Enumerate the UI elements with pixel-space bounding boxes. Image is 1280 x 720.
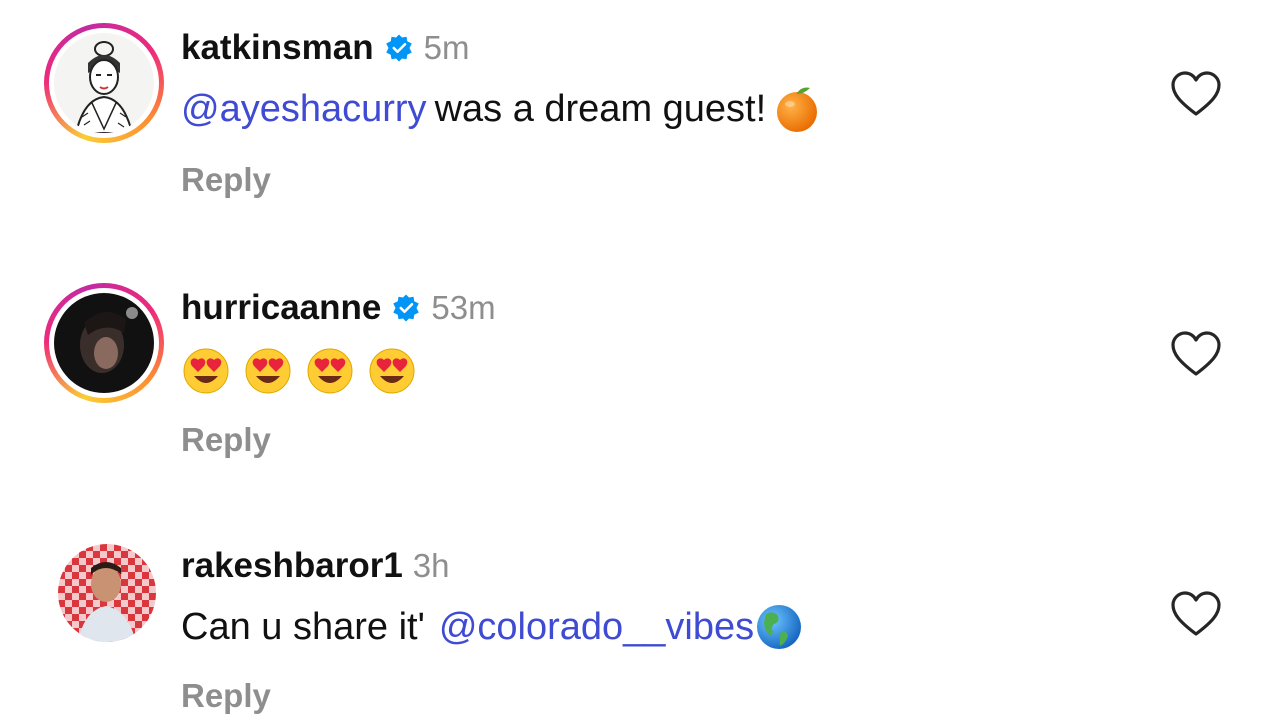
avatar-photo-icon (58, 544, 156, 642)
heart-eyes-emoji-icon (307, 348, 353, 394)
comment-text: was a dream guest! (434, 88, 767, 130)
comment-emoji-row (181, 346, 417, 396)
verified-badge-icon (393, 294, 420, 322)
orange-emoji-icon (777, 87, 818, 132)
avatar (54, 293, 154, 393)
heart-eyes-emoji-icon (369, 348, 415, 394)
comment-username[interactable]: hurricaanne (181, 288, 381, 328)
avatar[interactable] (58, 544, 156, 642)
reply-button[interactable]: Reply (181, 677, 271, 715)
comment-timestamp: 5m (423, 29, 470, 66)
reply-button[interactable]: Reply (181, 421, 271, 459)
heart-eyes-emoji-icon (183, 348, 229, 394)
avatar-story-ring[interactable] (44, 23, 164, 143)
comment-username[interactable]: rakeshbaror1 (181, 546, 403, 586)
comment-timestamp: 53m (431, 289, 496, 326)
comment-username[interactable]: katkinsman (181, 28, 374, 68)
mention-link[interactable]: @colorado__vibes (439, 605, 754, 649)
heart-like-icon[interactable] (1170, 590, 1222, 638)
heart-like-icon[interactable] (1170, 70, 1222, 118)
avatar (54, 33, 154, 133)
globe-americas-emoji-icon (757, 605, 802, 649)
heart-eyes-emoji-icon (245, 348, 291, 394)
heart-like-icon[interactable] (1170, 330, 1222, 378)
mention-link[interactable]: @ayeshacurry (181, 87, 427, 131)
verified-badge-icon (385, 34, 412, 62)
avatar-illustration-icon (54, 33, 154, 133)
reply-button[interactable]: Reply (181, 161, 271, 199)
comment-text: Can u share it' (181, 606, 425, 648)
comment-timestamp: 3h (412, 547, 450, 584)
avatar-photo-icon (54, 293, 154, 393)
avatar-story-ring[interactable] (44, 283, 164, 403)
